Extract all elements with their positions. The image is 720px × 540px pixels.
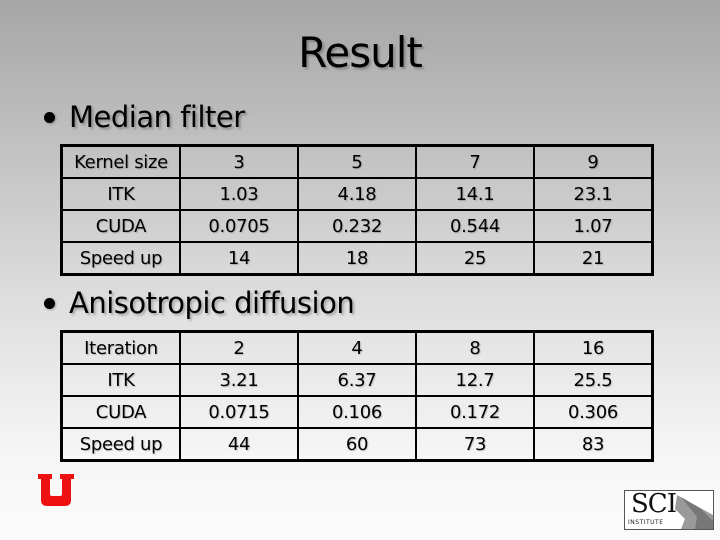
table-row: ITK 3.21 6.37 12.7 25.5 [60, 363, 654, 397]
section-heading: Anisotropic diffusion [69, 286, 355, 320]
bullet-anisotropic-diffusion: Anisotropic diffusion [24, 286, 355, 320]
table-cell: 21 [533, 241, 654, 276]
table-cell: 25 [415, 241, 535, 276]
section-heading: Median filter [69, 100, 245, 134]
table-cell: 16 [533, 330, 654, 365]
table-cell: 0.106 [297, 395, 417, 429]
table-cell: 0.232 [297, 209, 417, 243]
anisotropic-diffusion-table: Iteration 2 4 8 16 ITK 3.21 6.37 12.7 25… [60, 330, 654, 462]
table-row: Kernel size 3 5 7 9 [60, 144, 654, 179]
table-cell: 4 [297, 330, 417, 365]
bullet-median-filter: Median filter [24, 100, 245, 134]
table-cell: 83 [533, 427, 654, 462]
table-cell: 7 [415, 144, 535, 179]
table-cell: Iteration [60, 330, 181, 365]
table-cell: 0.0715 [179, 395, 299, 429]
table-cell: ITK [60, 363, 181, 397]
table-cell: 18 [297, 241, 417, 276]
table-cell: 0.0705 [179, 209, 299, 243]
table-row: CUDA 0.0715 0.106 0.172 0.306 [60, 395, 654, 429]
table-cell: 2 [179, 330, 299, 365]
table-cell: 25.5 [533, 363, 654, 397]
table-cell: 14.1 [415, 177, 535, 211]
table-cell: Speed up [60, 241, 181, 276]
slide-title: Result [298, 28, 423, 77]
table-row: Speed up 44 60 73 83 [60, 427, 654, 462]
table-cell: 23.1 [533, 177, 654, 211]
table-cell: 0.172 [415, 395, 535, 429]
table-cell: ITK [60, 177, 181, 211]
table-cell: 1.03 [179, 177, 299, 211]
table-cell: 60 [297, 427, 417, 462]
table-row: Speed up 14 18 25 21 [60, 241, 654, 276]
table-cell: CUDA [60, 209, 181, 243]
bullet-dot-icon [44, 111, 55, 123]
sci-logo-subtext: INSTITUTE [628, 519, 664, 526]
table-cell: 12.7 [415, 363, 535, 397]
table-cell: 0.306 [533, 395, 654, 429]
table-cell: Speed up [60, 427, 181, 462]
table-cell: 1.07 [533, 209, 654, 243]
university-of-utah-logo-icon [38, 474, 74, 506]
table-cell: 0.544 [415, 209, 535, 243]
table-cell: Kernel size [60, 144, 181, 179]
table-cell: 44 [179, 427, 299, 462]
table-cell: 14 [179, 241, 299, 276]
median-filter-table: Kernel size 3 5 7 9 ITK 1.03 4.18 14.1 2… [60, 144, 654, 276]
table-cell: 4.18 [297, 177, 417, 211]
table-row: ITK 1.03 4.18 14.1 23.1 [60, 177, 654, 211]
table-cell: 6.37 [297, 363, 417, 397]
table-cell: 3.21 [179, 363, 299, 397]
bullet-dot-icon [44, 297, 55, 309]
table-cell: 73 [415, 427, 535, 462]
table-cell: 5 [297, 144, 417, 179]
table-cell: 8 [415, 330, 535, 365]
table-row: Iteration 2 4 8 16 [60, 330, 654, 365]
table-cell: 3 [179, 144, 299, 179]
table-cell: 9 [533, 144, 654, 179]
sci-institute-logo-icon: SCI INSTITUTE [624, 490, 714, 530]
table-row: CUDA 0.0705 0.232 0.544 1.07 [60, 209, 654, 243]
sci-logo-text: SCI [631, 490, 677, 519]
table-cell: CUDA [60, 395, 181, 429]
